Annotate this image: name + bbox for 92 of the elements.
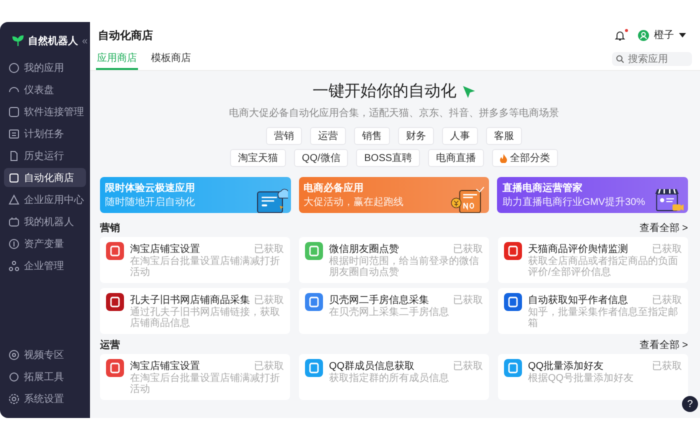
status-label: 已获取 — [652, 294, 682, 306]
sidebar-item[interactable]: 视频专区 — [4, 345, 86, 364]
category-tag[interactable]: 全部分类 — [492, 149, 558, 167]
app-name: 贝壳网二手房信息采集 — [329, 294, 429, 306]
app-card[interactable]: 淘宝店铺宝设置 已获取 在淘宝后台批量设置店铺满减打折活动 — [100, 237, 290, 283]
app-card[interactable]: 天猫商品评价舆情监测 已获取 获取全店商品或者指定商品的负面评价/全部评价信息 — [498, 237, 688, 283]
sidebar-item[interactable]: 我的应用 — [4, 58, 86, 77]
status-label: 已获取 — [652, 242, 682, 256]
hero-title: 一键开始你的自动化 — [312, 82, 456, 102]
hero-subtitle: 电商大促必备自动化应用合集，适配天猫、京东、抖音、拼多多等电商场景 — [229, 106, 559, 120]
category-tag[interactable]: 淘宝天猫 — [230, 149, 286, 167]
app-description: 在淘宝后台批量设置店铺满减打折活动 — [130, 373, 281, 395]
app-name: 自动获取知乎作者信息 — [528, 294, 628, 306]
app-name: 淘宝店铺宝设置 — [130, 360, 200, 372]
circle-icon — [8, 62, 20, 74]
sprout-icon — [12, 35, 24, 47]
document-icon — [8, 150, 20, 162]
sidebar-item[interactable]: 系统设置 — [4, 389, 86, 408]
app-card[interactable]: 自动获取知乎作者信息 已获取 知乎，批量采集作者信息至指定邮箱 — [498, 288, 688, 334]
status-label: 已获取 — [453, 360, 483, 373]
sidebar-item[interactable]: 历史运行 — [4, 146, 86, 165]
hierarchy-icon — [8, 260, 20, 272]
banner-title: 直播电商运营管家 — [502, 181, 584, 195]
app-description: 获取全店商品或者指定商品的负面评价/全部评价信息 — [528, 256, 679, 278]
status-label: 已获取 — [453, 294, 483, 307]
status-label: 已获取 — [453, 242, 483, 256]
page-title: 自动化商店 — [98, 28, 153, 42]
app-name: 淘宝店铺宝设置 — [130, 242, 200, 256]
category-tag[interactable]: 人事 — [442, 127, 478, 145]
app-description: 在贝壳网上采集二手房信息 — [329, 307, 450, 318]
category-tag[interactable]: 营销 — [266, 127, 302, 145]
bell-icon — [615, 30, 625, 40]
category-tag[interactable]: 电商直播 — [428, 149, 484, 167]
view-all-link[interactable]: 查看全部 > — [639, 338, 688, 352]
status-label: 已获取 — [652, 360, 682, 373]
sidebar-item[interactable]: 我的机器人 — [4, 212, 86, 231]
app-description: 知乎，批量采集作者信息至指定邮箱 — [528, 307, 679, 329]
category-tag[interactable]: QQ/微信 — [294, 149, 348, 167]
app-card[interactable]: 贝壳网二手房信息采集 已获取 在贝壳网上采集二手房信息 — [299, 288, 489, 334]
triangle-icon — [8, 194, 20, 206]
promo-banner[interactable]: 直播电商运营管家 助力直播电商行业GMV提升30% — [497, 177, 688, 213]
view-all-link[interactable]: 查看全部 > — [639, 221, 688, 235]
app-description: 根据QQ号批量添加好友 — [528, 373, 635, 384]
sidebar-item[interactable]: 计划任务 — [4, 124, 86, 143]
app-name: QQ批量添加好友 — [528, 360, 604, 372]
category-tag[interactable]: 财务 — [398, 127, 434, 145]
app-card[interactable]: 淘宝店铺宝设置 已获取 在淘宝后台批量设置店铺满减打折活动 — [100, 354, 290, 400]
sidebar-item[interactable]: 资产变量 — [4, 234, 86, 253]
sidebar-item[interactable]: 企业应用中心 — [4, 190, 86, 209]
app-description: 获取指定群的所有成员信息 — [329, 373, 450, 384]
app-name: QQ群成员信息获取 — [329, 360, 415, 372]
search-icon — [616, 55, 624, 63]
banner-subtitle: 助力直播电商行业GMV提升30% — [502, 196, 646, 209]
app-card[interactable]: QQ群成员信息获取 已获取 获取指定群的所有成员信息 — [299, 354, 489, 400]
app-description: 在淘宝后台批量设置店铺满减打折活动 — [130, 256, 281, 278]
category-tag[interactable]: 运营 — [310, 127, 346, 145]
collapse-button[interactable]: « — [82, 36, 88, 46]
category-tag[interactable]: BOSS直聘 — [356, 149, 420, 167]
sidebar-item[interactable]: 拓展工具 — [4, 367, 86, 386]
banner-title: 限时体验云极速应用 — [105, 181, 195, 195]
category-tag[interactable]: 销售 — [354, 127, 390, 145]
cursor-arrow-icon — [462, 84, 476, 98]
tab[interactable]: 模板商店 — [150, 48, 192, 70]
status-label: 已获取 — [254, 360, 284, 372]
app-card[interactable]: QQ批量添加好友 已获取 根据QQ号批量添加好友 — [498, 354, 688, 400]
section-title: 营销 — [100, 222, 120, 235]
caret-icon — [679, 32, 686, 38]
sidebar-item[interactable]: 自动化商店 — [4, 168, 86, 187]
app-card[interactable]: 孔夫子旧书网店铺商品采集 已获取 通过孔夫子旧书网店铺链接，获取店铺商品信息 — [100, 288, 290, 334]
banner-subtitle: 大促活动，赢在起跑线 — [304, 196, 404, 209]
section-title: 运营 — [100, 338, 120, 352]
avatar-icon — [638, 30, 649, 40]
brand-name: 自然机器人 — [28, 34, 78, 48]
sidebar-item[interactable]: 软件连接管理 — [4, 102, 86, 121]
sidebar-item[interactable]: 仪表盘 — [4, 80, 86, 99]
flame-icon — [500, 154, 508, 162]
status-label: 已获取 — [254, 294, 284, 306]
user-name[interactable]: 橙子 — [654, 28, 674, 42]
banner-subtitle: 随时随地开启自动化 — [105, 196, 195, 209]
app-name: 天猫商品评价舆情监测 — [528, 242, 628, 256]
square-icon — [8, 106, 20, 118]
status-label: 已获取 — [254, 242, 284, 256]
app-description: 根据时间范围，给当前登录的微信朋友圈自动点赞 — [329, 256, 480, 278]
app-description: 通过孔夫子旧书网店铺链接，获取店铺商品信息 — [130, 307, 281, 329]
app-name: 微信朋友圈点赞 — [329, 242, 399, 256]
sidebar-item[interactable]: 企业管理 — [4, 256, 86, 275]
category-tag[interactable]: 客服 — [486, 127, 522, 145]
receipt-coin-drawing — [450, 186, 486, 213]
app-name: 孔夫子旧书网店铺商品采集 — [130, 294, 250, 306]
app-card[interactable]: 微信朋友圈点赞 已获取 根据时间范围，给当前登录的微信朋友圈自动点赞 — [299, 237, 489, 283]
banner-title: 电商必备应用 — [304, 181, 365, 195]
play-circle-icon — [8, 348, 20, 360]
